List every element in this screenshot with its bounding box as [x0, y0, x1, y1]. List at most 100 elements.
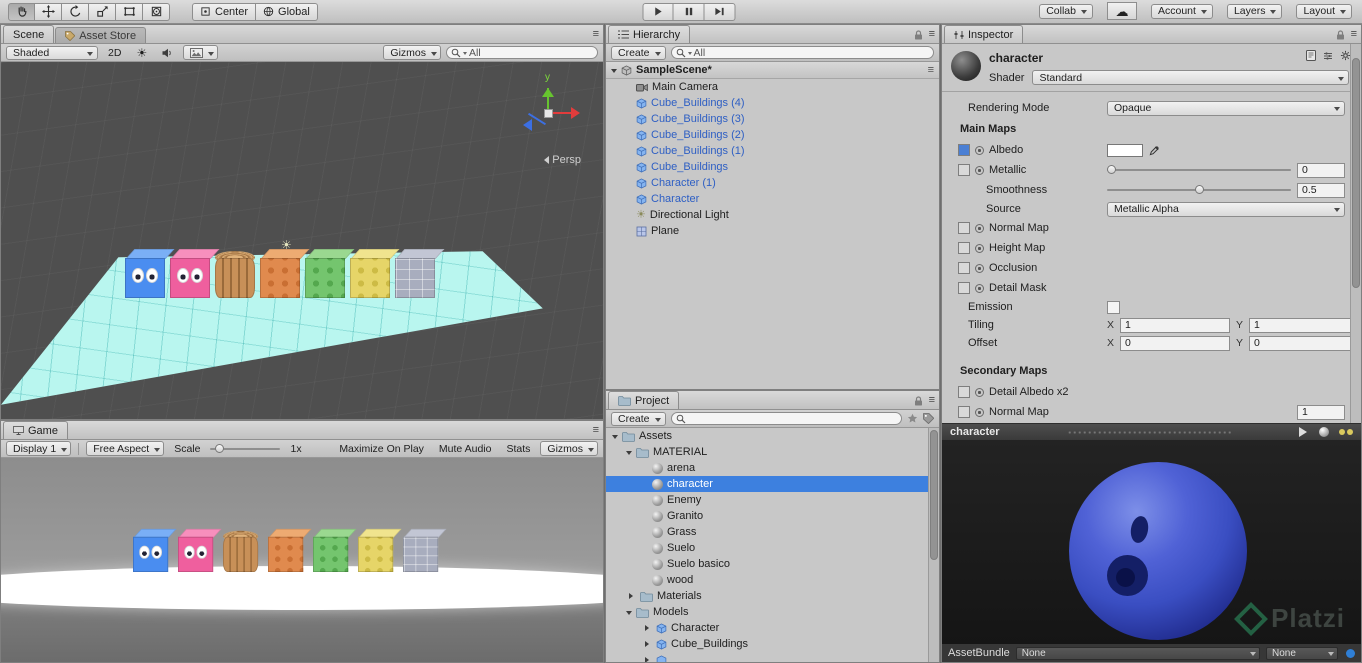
project-create-dropdown[interactable]: Create	[611, 411, 666, 426]
expand-closed-icon[interactable]	[645, 641, 652, 647]
scene-context-menu-icon[interactable]: ≡	[928, 64, 934, 76]
tree-item-models-folder[interactable]: Models	[606, 604, 928, 620]
tree-item-arena[interactable]: arena	[606, 460, 928, 476]
texture-picker-icon[interactable]	[975, 145, 984, 155]
hierarchy-item-cube-buildings-2[interactable]: Cube_Buildings (2)	[606, 127, 939, 143]
inspector-scrollbar-thumb[interactable]	[1352, 58, 1360, 288]
pause-button[interactable]	[673, 2, 705, 21]
project-menu-icon[interactable]: ≡	[929, 395, 935, 406]
smoothness-slider[interactable]	[1107, 185, 1291, 194]
expand-closed-icon[interactable]	[629, 593, 636, 599]
source-dropdown[interactable]: Metallic Alpha	[1107, 201, 1345, 217]
tab-asset-store[interactable]: Asset Store	[55, 27, 147, 43]
tree-item-materials-folder[interactable]: Materials	[606, 588, 928, 604]
metallic-value-field[interactable]: 0	[1297, 162, 1345, 178]
albedo-texture-slot[interactable]	[958, 144, 970, 156]
hierarchy-lock-icon[interactable]	[914, 29, 923, 40]
tree-item-enemy[interactable]: Enemy	[606, 492, 928, 508]
height-map-texture-slot[interactable]	[958, 242, 970, 254]
tree-item-clipped[interactable]	[606, 652, 928, 662]
aspect-dropdown[interactable]: Free Aspect	[86, 441, 165, 456]
project-scrollbar[interactable]	[928, 428, 939, 662]
axis-center-cube[interactable]	[544, 109, 553, 118]
material-help-icon[interactable]	[1306, 50, 1316, 61]
shading-mode-dropdown[interactable]: Shaded	[6, 45, 98, 60]
preview-drag-handle[interactable]	[1067, 429, 1231, 435]
tree-item-suelo[interactable]: Suelo	[606, 540, 928, 556]
texture-picker-icon[interactable]	[975, 407, 984, 417]
tree-item-wood[interactable]: wood	[606, 572, 928, 588]
hierarchy-item-cube-buildings[interactable]: Cube_Buildings	[606, 159, 939, 175]
material-preview-area[interactable]: Platzi	[942, 440, 1361, 644]
maximize-on-play-button[interactable]: Maximize On Play	[334, 441, 429, 457]
hierarchy-item-character-1[interactable]: Character (1)	[606, 175, 939, 191]
rendering-mode-dropdown[interactable]: Opaque	[1107, 100, 1345, 116]
tree-item-suelo-basico[interactable]: Suelo basico	[606, 556, 928, 572]
tree-item-character-selected[interactable]: character	[606, 476, 928, 492]
2d-toggle-button[interactable]: 2D	[103, 45, 126, 61]
eyedropper-icon[interactable]	[1149, 145, 1160, 156]
game-gizmos-dropdown[interactable]: Gizmos	[540, 441, 598, 456]
hierarchy-item-cube-buildings-1[interactable]: Cube_Buildings (1)	[606, 143, 939, 159]
hand-tool-button[interactable]	[8, 2, 35, 21]
smoothness-value-field[interactable]: 0.5	[1297, 182, 1345, 198]
tree-item-assets[interactable]: Assets	[606, 428, 928, 444]
scene-gizmos-dropdown[interactable]: Gizmos	[383, 45, 441, 60]
game-viewport[interactable]	[1, 458, 603, 662]
texture-picker-icon[interactable]	[975, 387, 984, 397]
rotate-tool-button[interactable]	[62, 2, 89, 21]
inspector-lock-icon[interactable]	[1336, 29, 1345, 40]
texture-picker-icon[interactable]	[975, 223, 984, 233]
search-by-label-icon[interactable]	[923, 413, 934, 424]
scene-audio-toggle[interactable]	[157, 45, 178, 61]
texture-picker-icon[interactable]	[975, 165, 984, 175]
preview-header[interactable]: character	[942, 423, 1361, 440]
play-button[interactable]	[642, 2, 674, 21]
hierarchy-item-cube-buildings-4[interactable]: Cube_Buildings (4)	[606, 95, 939, 111]
preview-sphere-icon[interactable]	[1319, 427, 1329, 437]
inspector-scrollbar[interactable]	[1350, 44, 1361, 423]
tab-inspector[interactable]: Inspector	[944, 25, 1024, 43]
expand-open-icon[interactable]	[626, 610, 632, 618]
tree-item-granito[interactable]: Granito	[606, 508, 928, 524]
secondary-normal-texture-slot[interactable]	[958, 406, 970, 418]
inspector-menu-icon[interactable]: ≡	[1351, 29, 1357, 40]
scene-menu-icon[interactable]: ≡	[593, 29, 599, 40]
albedo-color-field[interactable]	[1107, 143, 1143, 157]
space-toggle-button[interactable]: Global	[256, 2, 318, 21]
tiling-y-field[interactable]: 1	[1249, 317, 1353, 333]
metallic-slider[interactable]	[1107, 165, 1291, 174]
expand-open-icon[interactable]	[626, 450, 632, 458]
assetbundle-variant-dropdown[interactable]: None	[1266, 646, 1338, 660]
pivot-toggle-button[interactable]: Center	[192, 2, 257, 21]
project-search-field[interactable]	[670, 412, 902, 425]
secondary-normal-value-field[interactable]: 1	[1297, 404, 1345, 420]
hierarchy-item-character[interactable]: Character	[606, 191, 939, 207]
step-button[interactable]	[704, 2, 736, 21]
emission-checkbox[interactable]	[1107, 300, 1120, 314]
scene-effects-dropdown[interactable]	[183, 45, 219, 60]
hierarchy-item-directional-light[interactable]: ☀ Directional Light	[606, 207, 939, 223]
shader-dropdown[interactable]: Standard	[1032, 70, 1349, 85]
texture-picker-icon[interactable]	[975, 263, 984, 273]
expand-open-icon[interactable]	[612, 434, 618, 442]
detail-mask-texture-slot[interactable]	[958, 282, 970, 294]
texture-picker-icon[interactable]	[975, 243, 984, 253]
tiling-x-field[interactable]: 1	[1120, 317, 1231, 333]
hierarchy-item-main-camera[interactable]: Main Camera	[606, 79, 939, 95]
detail-albedo-texture-slot[interactable]	[958, 386, 970, 398]
transform-tool-button[interactable]	[143, 2, 170, 21]
hierarchy-search-field[interactable]: All	[670, 46, 934, 59]
rect-tool-button[interactable]	[116, 2, 143, 21]
hierarchy-item-cube-buildings-3[interactable]: Cube_Buildings (3)	[606, 111, 939, 127]
tree-item-model-character[interactable]: Character	[606, 620, 928, 636]
occlusion-texture-slot[interactable]	[958, 262, 970, 274]
tab-project[interactable]: Project	[608, 391, 680, 409]
tree-item-grass[interactable]: Grass	[606, 524, 928, 540]
account-dropdown[interactable]: Account	[1151, 3, 1213, 19]
scale-tool-button[interactable]	[89, 2, 116, 21]
tab-hierarchy[interactable]: Hierarchy	[608, 25, 691, 43]
metallic-texture-slot[interactable]	[958, 164, 970, 176]
mute-audio-button[interactable]: Mute Audio	[434, 441, 497, 457]
hierarchy-item-plane[interactable]: Plane	[606, 223, 939, 239]
